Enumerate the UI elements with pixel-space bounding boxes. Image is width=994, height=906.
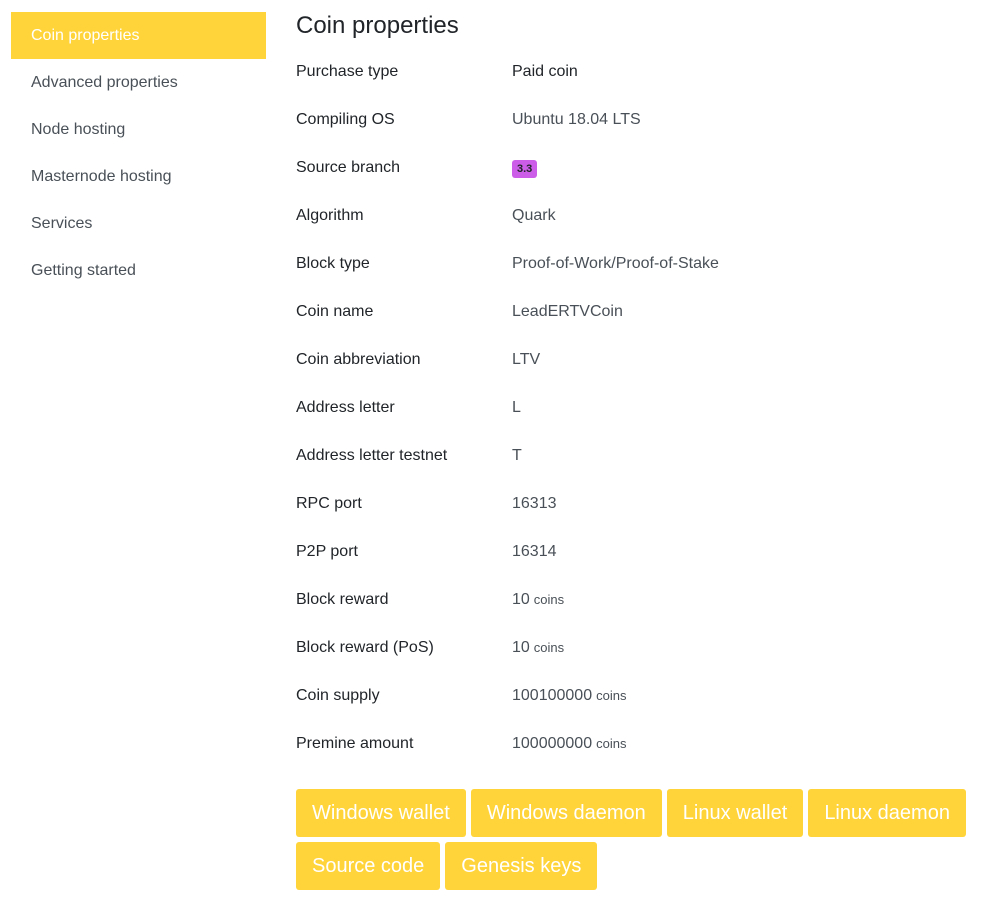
sidebar-item-getting-started[interactable]: Getting started: [11, 247, 266, 294]
property-row-address-letter-testnet: Address letter testnet T: [296, 432, 986, 480]
property-value: LeadERTVCoin: [512, 303, 623, 320]
windows-wallet-button[interactable]: Windows wallet: [296, 789, 466, 837]
property-value: 3.3: [512, 159, 538, 178]
property-unit: coins: [533, 592, 565, 607]
property-unit: coins: [596, 688, 627, 703]
property-label: Block reward: [296, 591, 389, 608]
branch-badge: 3.3: [512, 159, 538, 178]
property-label: Algorithm: [296, 207, 364, 224]
page-title: Coin properties: [296, 12, 459, 39]
property-number: 100100000: [512, 687, 593, 704]
linux-wallet-button[interactable]: Linux wallet: [666, 789, 804, 837]
property-unit: coins: [533, 640, 565, 655]
property-value: Quark: [512, 207, 556, 224]
property-label: Purchase type: [296, 63, 399, 80]
property-label: Source branch: [296, 159, 401, 176]
property-row-coin-supply: Coin supply 100100000 coins: [296, 672, 986, 720]
property-label: Block reward (PoS): [296, 639, 434, 656]
property-label: Block type: [296, 255, 370, 272]
property-value: 10 coins: [512, 639, 564, 657]
sidebar-item-services[interactable]: Services: [11, 200, 266, 247]
property-value: 16314: [512, 543, 557, 560]
property-value: 10 coins: [512, 591, 564, 609]
property-label: P2P port: [296, 543, 358, 560]
property-label: Coin supply: [296, 687, 380, 704]
property-label: Premine amount: [296, 735, 414, 752]
property-value: 100000000 coins: [512, 735, 626, 753]
coin-properties-list: Purchase type Paid coin Compiling OS Ubu…: [296, 48, 986, 768]
sidebar-item-masternode-hosting[interactable]: Masternode hosting: [11, 153, 266, 200]
property-row-rpc-port: RPC port 16313: [296, 480, 986, 528]
property-row-address-letter: Address letter L: [296, 384, 986, 432]
sidebar-item-coin-properties[interactable]: Coin properties: [11, 12, 266, 59]
property-number: 100000000: [512, 735, 593, 752]
property-row-block-reward-pos: Block reward (PoS) 10 coins: [296, 624, 986, 672]
property-row-source-branch: Source branch 3.3: [296, 144, 986, 192]
property-label: Coin abbreviation: [296, 351, 421, 368]
property-row-coin-abbreviation: Coin abbreviation LTV: [296, 336, 986, 384]
windows-daemon-button[interactable]: Windows daemon: [470, 789, 662, 837]
property-value: Paid coin: [512, 63, 578, 80]
linux-daemon-button[interactable]: Linux daemon: [808, 789, 966, 837]
property-row-block-type: Block type Proof-of-Work/Proof-of-Stake: [296, 240, 986, 288]
property-row-purchase-type: Purchase type Paid coin: [296, 48, 986, 96]
property-label: Address letter testnet: [296, 447, 448, 464]
property-value: 100100000 coins: [512, 687, 626, 705]
sidebar-nav: Coin properties Advanced properties Node…: [11, 12, 266, 294]
property-row-block-reward: Block reward 10 coins: [296, 576, 986, 624]
genesis-keys-button[interactable]: Genesis keys: [445, 842, 598, 890]
source-code-button[interactable]: Source code: [296, 842, 441, 890]
property-row-p2p-port: P2P port 16314: [296, 528, 986, 576]
property-row-coin-name: Coin name LeadERTVCoin: [296, 288, 986, 336]
sidebar-item-advanced-properties[interactable]: Advanced properties: [11, 59, 266, 106]
property-label: Compiling OS: [296, 111, 395, 128]
property-row-compiling-os: Compiling OS Ubuntu 18.04 LTS: [296, 96, 986, 144]
property-label: Address letter: [296, 399, 395, 416]
property-unit: coins: [596, 736, 627, 751]
property-value: T: [512, 447, 522, 464]
sidebar-item-node-hosting[interactable]: Node hosting: [11, 106, 266, 153]
property-value: L: [512, 399, 521, 416]
property-row-premine-amount: Premine amount 100000000 coins: [296, 720, 986, 768]
property-value: Ubuntu 18.04 LTS: [512, 111, 641, 128]
property-number: 10: [512, 639, 530, 656]
property-label: RPC port: [296, 495, 362, 512]
property-row-algorithm: Algorithm Quark: [296, 192, 986, 240]
property-value: Proof-of-Work/Proof-of-Stake: [512, 255, 719, 272]
property-value: 16313: [512, 495, 557, 512]
property-label: Coin name: [296, 303, 374, 320]
property-value: LTV: [512, 351, 541, 368]
download-buttons: Windows wallet Windows daemon Linux wall…: [296, 789, 986, 895]
property-number: 10: [512, 591, 530, 608]
